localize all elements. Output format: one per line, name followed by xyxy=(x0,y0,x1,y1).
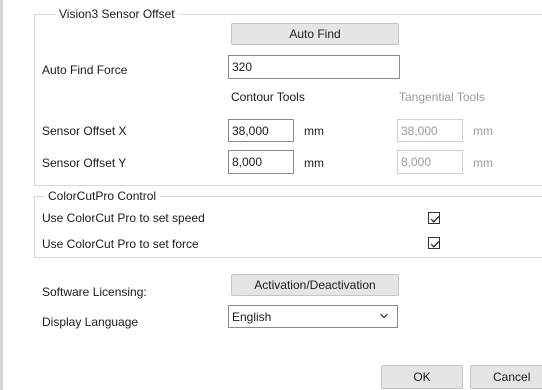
display-language-label: Display Language xyxy=(42,315,139,329)
panel-left-border xyxy=(0,0,3,390)
checkmark-icon xyxy=(430,240,440,248)
colorcut-speed-checkbox[interactable] xyxy=(428,212,440,224)
auto-find-force-input[interactable]: 320 xyxy=(228,55,400,79)
activation-deactivation-button[interactable]: Activation/Deactivation xyxy=(231,274,399,296)
chevron-down-icon xyxy=(380,313,388,319)
software-licensing-label: Software Licensing: xyxy=(42,285,147,299)
cancel-button[interactable]: Cancel xyxy=(470,365,542,389)
ok-button[interactable]: OK xyxy=(381,365,463,389)
auto-find-button[interactable]: Auto Find xyxy=(231,23,399,45)
colorcut-force-label: Use ColorCut Pro to set force xyxy=(42,237,199,251)
vision3-group-title: Vision3 Sensor Offset xyxy=(55,7,179,21)
tangential-tools-header: Tangential Tools xyxy=(399,90,485,104)
checkmark-icon xyxy=(430,215,440,223)
contour-offset-x-unit: mm xyxy=(304,124,324,138)
contour-tools-header: Contour Tools xyxy=(231,90,305,104)
tangential-offset-x-input: 38,000 xyxy=(397,119,463,142)
colorcut-group-title: ColorCutPro Control xyxy=(44,189,161,203)
sensor-offset-y-label: Sensor Offset Y xyxy=(42,156,127,170)
sensor-offset-x-label: Sensor Offset X xyxy=(42,124,127,138)
contour-offset-x-input[interactable]: 38,000 xyxy=(228,119,294,142)
settings-panel: Vision3 Sensor Offset Auto Find Auto Fin… xyxy=(0,0,542,390)
tangential-offset-x-unit: mm xyxy=(473,124,493,138)
tangential-offset-y-input: 8,000 xyxy=(397,150,463,174)
contour-offset-y-input[interactable]: 8,000 xyxy=(228,150,294,174)
contour-offset-y-unit: mm xyxy=(304,156,324,170)
auto-find-force-label: Auto Find Force xyxy=(42,63,128,77)
colorcut-force-checkbox[interactable] xyxy=(428,237,440,249)
colorcut-speed-label: Use ColorCut Pro to set speed xyxy=(42,211,205,225)
display-language-value: English xyxy=(232,309,272,324)
display-language-select[interactable]: English xyxy=(228,305,398,328)
tangential-offset-y-unit: mm xyxy=(473,156,493,170)
